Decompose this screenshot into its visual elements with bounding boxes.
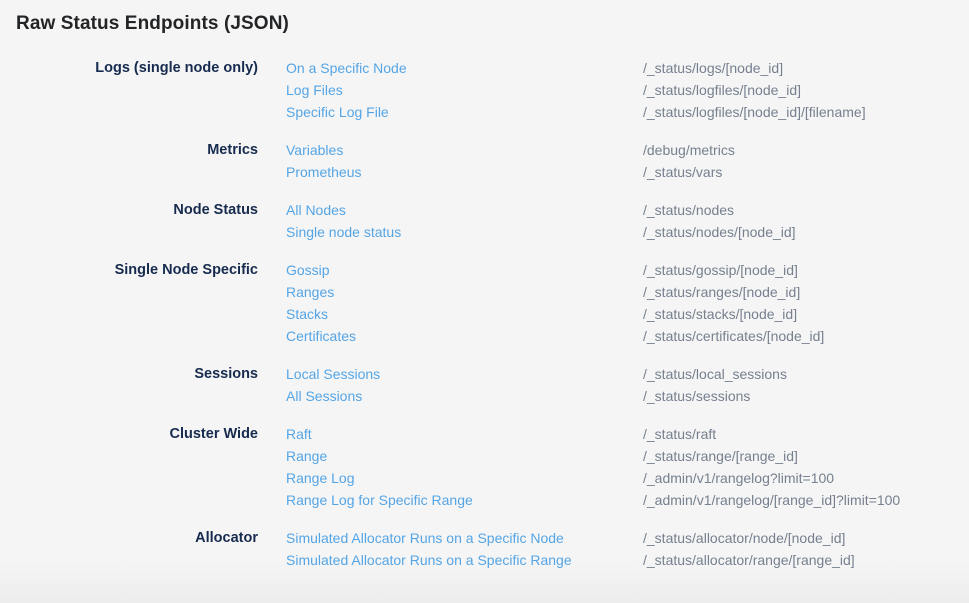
endpoint-path: /_status/nodes: [643, 199, 969, 221]
endpoint-group-single-node-specific: Single Node Specific Gossip /_status/gos…: [0, 259, 969, 347]
endpoint-path: /_status/ranges/[node_id]: [643, 281, 969, 303]
endpoint-path: /_status/logs/[node_id]: [643, 57, 969, 79]
endpoints-list: Logs (single node only) On a Specific No…: [0, 57, 969, 571]
category-label: Single Node Specific: [0, 259, 258, 347]
endpoint-group-allocator: Allocator Simulated Allocator Runs on a …: [0, 527, 969, 571]
endpoint-link[interactable]: Simulated Allocator Runs on a Specific R…: [286, 549, 615, 571]
page-title: Raw Status Endpoints (JSON): [0, 0, 969, 35]
endpoint-row: Range /_status/range/[range_id]: [286, 445, 969, 467]
category-label: Cluster Wide: [0, 423, 258, 511]
endpoint-group-logs: Logs (single node only) On a Specific No…: [0, 57, 969, 123]
endpoint-row: On a Specific Node /_status/logs/[node_i…: [286, 57, 969, 79]
endpoint-row: Log Files /_status/logfiles/[node_id]: [286, 79, 969, 101]
endpoint-link[interactable]: Simulated Allocator Runs on a Specific N…: [286, 527, 615, 549]
endpoint-row: Local Sessions /_status/local_sessions: [286, 363, 969, 385]
endpoint-path: /_status/allocator/node/[node_id]: [643, 527, 969, 549]
endpoint-link[interactable]: Stacks: [286, 303, 615, 325]
endpoint-link[interactable]: Range: [286, 445, 615, 467]
endpoint-path: /_status/logfiles/[node_id]: [643, 79, 969, 101]
endpoint-path: /_admin/v1/rangelog/[range_id]?limit=100: [643, 489, 969, 511]
endpoint-link[interactable]: Range Log for Specific Range: [286, 489, 615, 511]
endpoint-link[interactable]: Single node status: [286, 221, 615, 243]
endpoint-row: Simulated Allocator Runs on a Specific N…: [286, 527, 969, 549]
endpoint-row: Stacks /_status/stacks/[node_id]: [286, 303, 969, 325]
endpoint-row: Gossip /_status/gossip/[node_id]: [286, 259, 969, 281]
endpoint-link[interactable]: Raft: [286, 423, 615, 445]
endpoint-path: /_status/gossip/[node_id]: [643, 259, 969, 281]
category-label: Sessions: [0, 363, 258, 407]
endpoint-path: /_status/sessions: [643, 385, 969, 407]
endpoint-row: Ranges /_status/ranges/[node_id]: [286, 281, 969, 303]
endpoint-group-cluster-wide: Cluster Wide Raft /_status/raft Range /_…: [0, 423, 969, 511]
endpoint-link[interactable]: Range Log: [286, 467, 615, 489]
endpoint-path: /_status/vars: [643, 161, 969, 183]
endpoint-link[interactable]: On a Specific Node: [286, 57, 615, 79]
endpoint-row: Range Log for Specific Range /_admin/v1/…: [286, 489, 969, 511]
category-label: Node Status: [0, 199, 258, 243]
category-label: Logs (single node only): [0, 57, 258, 123]
endpoint-link[interactable]: Log Files: [286, 79, 615, 101]
endpoint-path: /_status/stacks/[node_id]: [643, 303, 969, 325]
endpoint-link[interactable]: Specific Log File: [286, 101, 615, 123]
endpoint-link[interactable]: Certificates: [286, 325, 615, 347]
endpoint-link[interactable]: Variables: [286, 139, 615, 161]
endpoint-group-metrics: Metrics Variables /debug/metrics Prometh…: [0, 139, 969, 183]
endpoint-link[interactable]: Prometheus: [286, 161, 615, 183]
endpoint-link[interactable]: Gossip: [286, 259, 615, 281]
endpoint-row: Range Log /_admin/v1/rangelog?limit=100: [286, 467, 969, 489]
endpoint-link[interactable]: Ranges: [286, 281, 615, 303]
category-label: Allocator: [0, 527, 258, 571]
endpoint-path: /_status/nodes/[node_id]: [643, 221, 969, 243]
endpoint-link[interactable]: All Sessions: [286, 385, 615, 407]
endpoint-path: /_status/range/[range_id]: [643, 445, 969, 467]
endpoint-path: /_status/certificates/[node_id]: [643, 325, 969, 347]
endpoint-link[interactable]: Local Sessions: [286, 363, 615, 385]
endpoint-path: /_status/local_sessions: [643, 363, 969, 385]
endpoint-path: /_status/logfiles/[node_id]/[filename]: [643, 101, 969, 123]
endpoint-row: Certificates /_status/certificates/[node…: [286, 325, 969, 347]
endpoint-row: Simulated Allocator Runs on a Specific R…: [286, 549, 969, 571]
endpoint-row: Prometheus /_status/vars: [286, 161, 969, 183]
endpoint-row: All Nodes /_status/nodes: [286, 199, 969, 221]
endpoint-link[interactable]: All Nodes: [286, 199, 615, 221]
endpoint-path: /_status/raft: [643, 423, 969, 445]
endpoint-group-node-status: Node Status All Nodes /_status/nodes Sin…: [0, 199, 969, 243]
category-label: Metrics: [0, 139, 258, 183]
endpoint-row: Specific Log File /_status/logfiles/[nod…: [286, 101, 969, 123]
endpoint-row: Single node status /_status/nodes/[node_…: [286, 221, 969, 243]
endpoint-group-sessions: Sessions Local Sessions /_status/local_s…: [0, 363, 969, 407]
endpoint-row: Variables /debug/metrics: [286, 139, 969, 161]
endpoint-path: /_admin/v1/rangelog?limit=100: [643, 467, 969, 489]
endpoint-row: All Sessions /_status/sessions: [286, 385, 969, 407]
endpoint-row: Raft /_status/raft: [286, 423, 969, 445]
endpoint-path: /_status/allocator/range/[range_id]: [643, 549, 969, 571]
endpoint-path: /debug/metrics: [643, 139, 969, 161]
